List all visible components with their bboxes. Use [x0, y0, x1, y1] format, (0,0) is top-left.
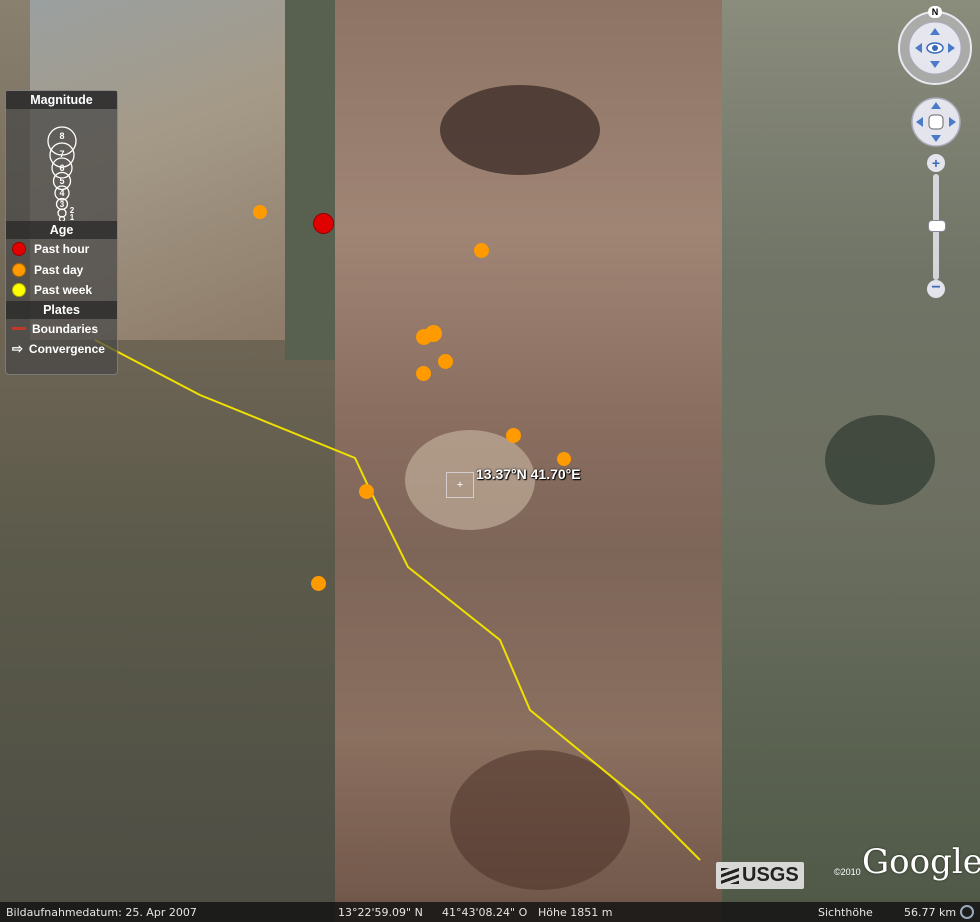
eye-altitude-label: Sichthöhe	[818, 906, 873, 919]
age-label: Past hour	[34, 242, 90, 257]
earthquake-marker[interactable]	[311, 576, 326, 591]
map-features	[94, 85, 935, 890]
earthquake-marker[interactable]	[438, 354, 453, 369]
move-joystick-icon	[911, 97, 961, 147]
earthquake-marker[interactable]	[416, 366, 431, 381]
magnitude-title: Magnitude	[6, 91, 117, 109]
earthquake-marker[interactable]	[359, 484, 374, 499]
map-legend: Magnitude 8 7 6 5 4 3 2 1 Age Past hour …	[5, 90, 118, 375]
magnitude-scale: 8 7 6 5 4 3 2 1	[6, 109, 117, 223]
red-dot-icon	[12, 242, 26, 257]
status-bar: Bildaufnahmedatum: 25. Apr 2007 13°22'59…	[0, 902, 980, 922]
zoom-out-button[interactable]: −	[927, 280, 945, 298]
age-title: Age	[6, 221, 117, 239]
earthquake-marker[interactable]	[253, 205, 267, 219]
north-indicator[interactable]: N	[928, 6, 942, 18]
mag-level: 5	[59, 176, 64, 186]
earthquake-marker[interactable]	[313, 213, 334, 234]
age-item-past-day: Past day	[6, 260, 117, 281]
imagery-date: Bildaufnahmedatum: 25. Apr 2007	[6, 906, 197, 919]
magnitude-circles: 8 7 6 5 4 3 2 1	[47, 126, 77, 223]
longitude-readout: 41°43'08.24" O	[442, 906, 528, 919]
usgs-logo: USGS	[716, 862, 804, 889]
age-item-past-week: Past week	[6, 280, 117, 301]
arrow-right-icon: ⇨	[12, 341, 23, 357]
dark-lava-east	[825, 415, 935, 505]
usgs-wave-icon	[721, 867, 739, 884]
age-item-past-hour: Past hour	[6, 239, 117, 260]
mag-level: 3	[60, 200, 65, 209]
earthquake-marker[interactable]	[425, 325, 442, 342]
orange-dot-icon	[12, 262, 26, 277]
center-crosshair: +	[446, 472, 474, 498]
eye-altitude-value: 56.77 km	[904, 906, 957, 919]
move-control[interactable]	[910, 96, 962, 148]
earthquake-marker[interactable]	[506, 428, 521, 443]
boundary-line-icon	[12, 327, 26, 331]
plates-label: Boundaries	[32, 321, 99, 336]
zoom-thumb[interactable]	[928, 220, 946, 232]
plates-label: Convergence	[28, 342, 105, 357]
center-coordinate-label: 13.37°N 41.70°E	[476, 466, 581, 482]
mag-level: 4	[59, 188, 64, 198]
plates-item-convergence: ⇨ Convergence	[6, 339, 117, 360]
mag-level: 8	[59, 131, 64, 141]
streaming-indicator-icon	[960, 905, 974, 919]
satellite-map[interactable]: + 13.37°N 41.70°E	[0, 0, 980, 922]
elevation-readout: Höhe 1851 m	[538, 906, 613, 919]
plates-title: Plates	[6, 300, 117, 319]
zoom-slider[interactable]: + −	[926, 154, 946, 300]
lava-flow-north	[440, 85, 600, 175]
look-control[interactable]: N	[896, 6, 974, 86]
usgs-text: USGS	[742, 864, 799, 886]
crosshair-icon: +	[456, 479, 464, 491]
mag-level: 6	[59, 163, 64, 173]
google-logo: Google	[862, 842, 980, 882]
zoom-in-button[interactable]: +	[927, 154, 945, 172]
mag-level: 7	[59, 149, 64, 159]
earthquake-marker[interactable]	[557, 452, 571, 466]
plates-item-boundaries: Boundaries	[6, 319, 117, 340]
mag-level: 1	[70, 213, 75, 221]
look-joystick-icon	[898, 11, 972, 85]
yellow-dot-icon	[12, 283, 26, 298]
age-label: Past day	[34, 262, 84, 277]
latitude-readout: 13°22'59.09" N	[338, 906, 423, 919]
copyright-text: ©2010	[834, 867, 861, 877]
age-label: Past week	[34, 283, 93, 298]
earthquake-marker[interactable]	[474, 243, 489, 258]
